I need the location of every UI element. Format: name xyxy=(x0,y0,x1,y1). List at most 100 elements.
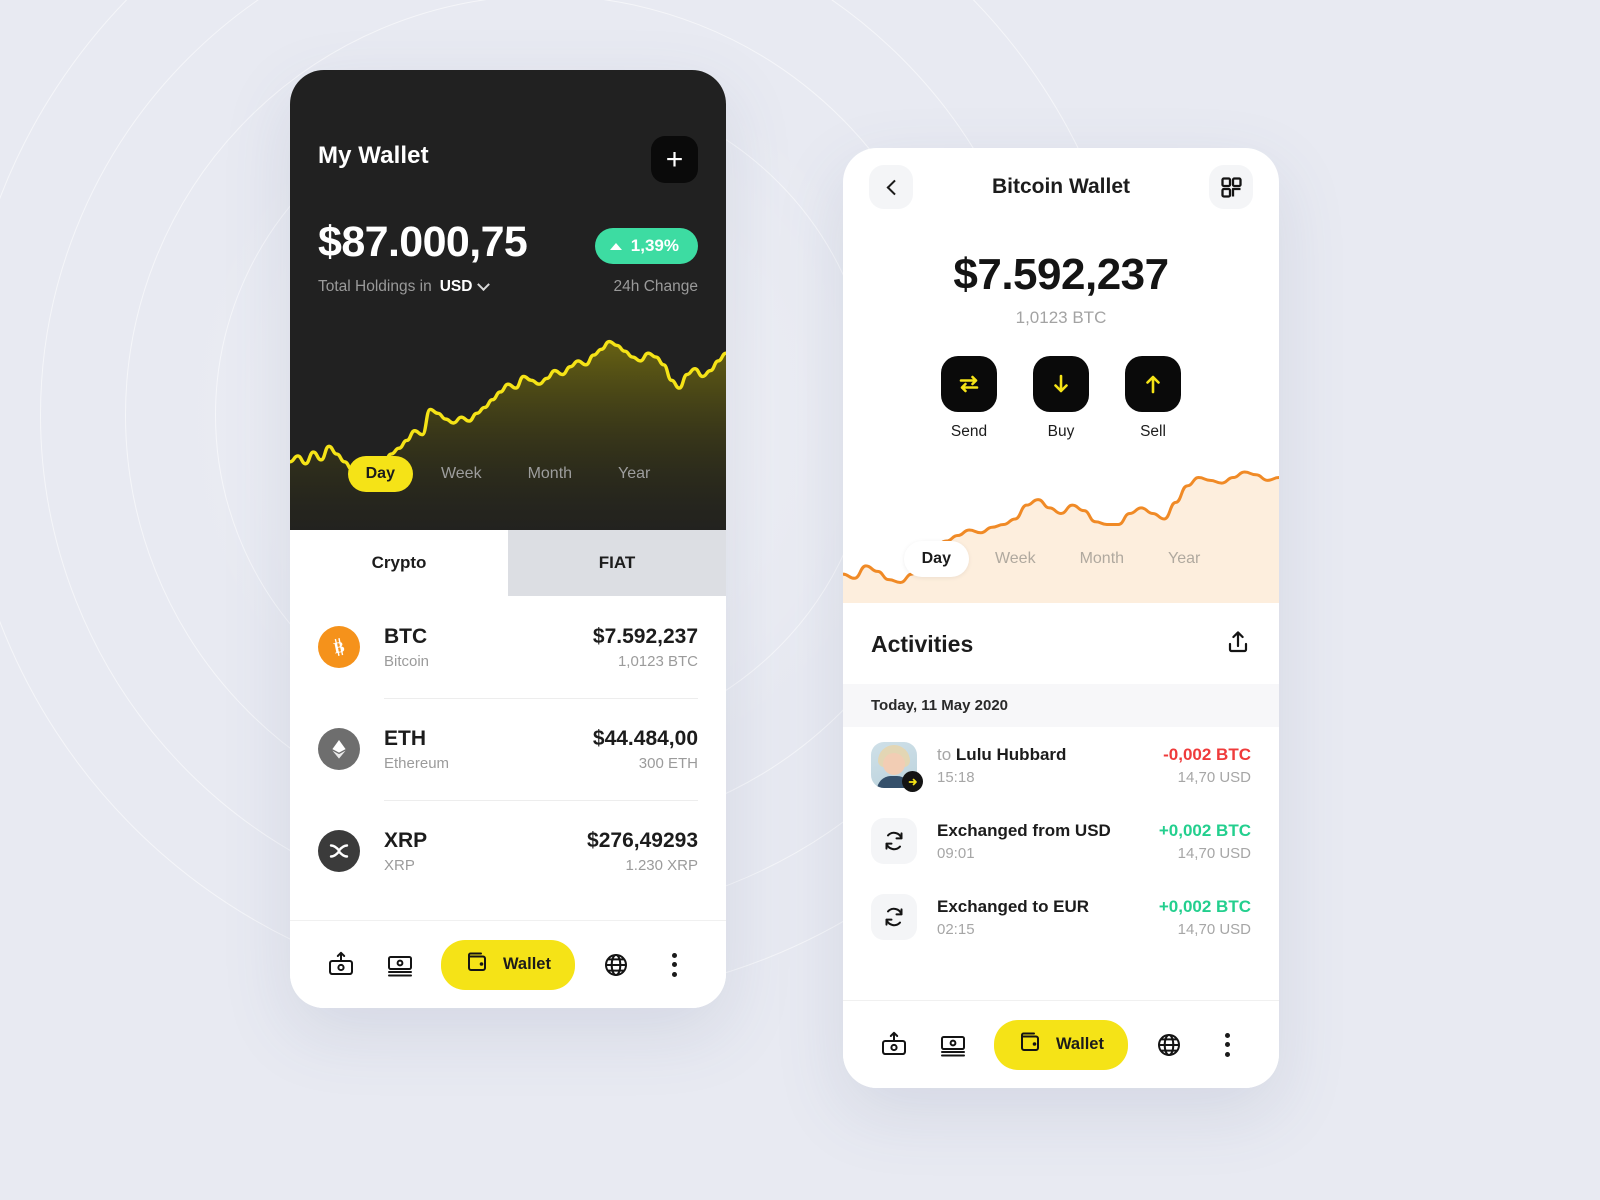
wallet-icon xyxy=(1018,1029,1044,1060)
coin-value: $276,49293 xyxy=(587,829,698,853)
total-balance: $87.000,75 xyxy=(318,218,528,266)
wallet-icon xyxy=(465,949,491,980)
banknote-icon[interactable] xyxy=(383,948,417,982)
coin-value: $7.592,237 xyxy=(592,625,698,649)
send-money-icon[interactable] xyxy=(324,948,358,982)
triangle-up-icon xyxy=(609,242,622,250)
action-label: Buy xyxy=(1047,423,1075,440)
activity-prefix: to xyxy=(937,744,952,764)
activity-name: Exchanged to EUR xyxy=(937,896,1090,916)
bitcoin-glyph: B xyxy=(332,638,346,657)
share-upload-icon xyxy=(1228,631,1248,653)
nav-wallet-label: Wallet xyxy=(502,955,551,973)
sparkline-svg xyxy=(290,339,726,530)
change-badge: 1,39% xyxy=(594,228,698,264)
activity-row-lulu-hubbard[interactable]: to Lulu Hubbard 15:18 -0,002 BTC 14,70 U… xyxy=(871,727,1251,803)
arrow-down-icon xyxy=(1054,374,1068,393)
activities-header: Activities xyxy=(843,603,1279,684)
back-button[interactable] xyxy=(869,165,913,209)
holdings-label: Total Holdings in xyxy=(318,278,432,295)
activity-usd: 14,70 USD xyxy=(1177,921,1251,939)
coin-symbol: ETH xyxy=(384,727,426,751)
xrp-icon xyxy=(318,830,360,872)
activity-amount: -0,002 BTC xyxy=(1163,744,1251,764)
share-upload-button[interactable] xyxy=(1225,629,1251,660)
page-title: My Wallet xyxy=(318,142,429,169)
more-vertical-icon[interactable] xyxy=(1211,1028,1245,1062)
xrp-glyph xyxy=(329,844,349,858)
coin-symbol: BTC xyxy=(384,625,428,649)
currency-value: USD xyxy=(439,278,473,295)
range-tab-day[interactable]: Day xyxy=(903,541,969,577)
activity-list: to Lulu Hubbard 15:18 -0,002 BTC 14,70 U… xyxy=(843,727,1279,955)
qr-code-icon xyxy=(1220,176,1242,198)
range-tab-month[interactable]: Month xyxy=(510,456,590,492)
activity-title: Exchanged from USD xyxy=(937,820,1111,842)
coin-row-xrp[interactable]: XRP XRP $276,49293 1.230 XRP xyxy=(318,800,698,902)
range-tabs-left[interactable]: Day Week Month Year xyxy=(290,456,726,492)
nav-wallet-label: Wallet xyxy=(1055,1035,1104,1053)
more-vertical-icon[interactable] xyxy=(658,948,692,982)
coin-name: Bitcoin xyxy=(384,652,430,670)
currency-selector[interactable]: USD xyxy=(439,277,491,296)
plus-icon: + xyxy=(665,142,684,176)
coin-amount: 300 ETH xyxy=(638,754,698,772)
activity-amount: +0,002 BTC xyxy=(1158,896,1251,916)
holdings-sparkline-chart xyxy=(290,320,726,530)
bottom-navigation-right[interactable]: Wallet xyxy=(843,1000,1279,1088)
activity-time: 02:15 xyxy=(937,921,975,939)
activity-row-exchanged-from-usd[interactable]: Exchanged from USD 09:01 +0,002 BTC 14,7… xyxy=(871,803,1251,879)
coin-row-eth[interactable]: ETH Ethereum $44.484,00 300 ETH xyxy=(318,698,698,800)
globe-icon[interactable] xyxy=(599,948,633,982)
bottom-navigation-left[interactable]: Wallet xyxy=(290,920,726,1008)
coin-name: XRP xyxy=(384,856,415,874)
activities-title: Activities xyxy=(871,631,974,657)
tab-crypto[interactable]: Crypto xyxy=(290,530,508,596)
coin-amount: 1,0123 BTC xyxy=(617,652,698,670)
action-sell[interactable]: Sell xyxy=(1125,356,1181,441)
range-tab-month[interactable]: Month xyxy=(1062,541,1142,577)
range-tab-week[interactable]: Week xyxy=(977,541,1054,577)
action-buy[interactable]: Buy xyxy=(1033,356,1089,441)
qr-code-button[interactable] xyxy=(1209,165,1253,209)
bitcoin-icon: B xyxy=(318,626,360,668)
coin-amount: 1.230 XRP xyxy=(625,856,698,874)
coin-list: B BTC Bitcoin $7.592,237 1,0123 BTC ETH … xyxy=(290,596,726,902)
nav-item-wallet[interactable]: Wallet xyxy=(440,939,575,990)
action-label: Sell xyxy=(1140,423,1166,440)
change-caption: 24h Change xyxy=(613,278,698,295)
arrow-up-icon xyxy=(1146,375,1160,394)
bitcoin-wallet-screen: Bitcoin Wallet $7.592,237 1,0123 BTC Sen… xyxy=(843,148,1279,1088)
range-tabs-right[interactable]: Day Week Month Year xyxy=(843,541,1279,577)
arrow-right-icon xyxy=(902,771,923,792)
tab-fiat[interactable]: FIAT xyxy=(508,530,726,596)
activity-usd: 14,70 USD xyxy=(1177,845,1251,863)
chevron-left-icon xyxy=(886,179,902,195)
activity-title: Exchanged to EUR xyxy=(937,896,1089,918)
coin-value: $44.484,00 xyxy=(592,727,698,751)
wallet-overview-screen: My Wallet + $87.000,75 1,39% Total Holdi… xyxy=(290,70,726,1008)
banknote-icon[interactable] xyxy=(936,1028,970,1062)
change-value: 1,39% xyxy=(630,236,679,255)
globe-icon[interactable] xyxy=(1152,1028,1186,1062)
bitcoin-price-chart: Day Week Month Year xyxy=(843,455,1279,603)
bitcoin-balance: $7.592,237 xyxy=(953,250,1169,299)
nav-item-wallet[interactable]: Wallet xyxy=(993,1019,1128,1070)
exchange-icon xyxy=(871,818,917,864)
avatar xyxy=(871,742,923,792)
range-tab-year[interactable]: Year xyxy=(600,456,668,492)
range-tab-week[interactable]: Week xyxy=(423,456,500,492)
range-tab-day[interactable]: Day xyxy=(347,456,413,492)
add-wallet-button[interactable]: + xyxy=(651,136,698,183)
range-tab-year[interactable]: Year xyxy=(1150,541,1218,577)
activity-row-exchanged-to-eur[interactable]: Exchanged to EUR 02:15 +0,002 BTC 14,70 … xyxy=(871,879,1251,955)
action-send[interactable]: Send xyxy=(941,356,997,441)
send-money-icon[interactable] xyxy=(877,1028,911,1062)
coin-name: Ethereum xyxy=(384,754,450,772)
bitcoin-wallet-header: Bitcoin Wallet xyxy=(843,148,1279,226)
background-decoration xyxy=(0,0,1600,1200)
bitcoin-balance-btc: 1,0123 BTC xyxy=(1015,308,1107,327)
holdings-row: Total Holdings in USD xyxy=(318,277,491,296)
coin-row-btc[interactable]: B BTC Bitcoin $7.592,237 1,0123 BTC xyxy=(318,596,698,698)
asset-type-tabs[interactable]: Crypto FIAT xyxy=(290,530,726,596)
